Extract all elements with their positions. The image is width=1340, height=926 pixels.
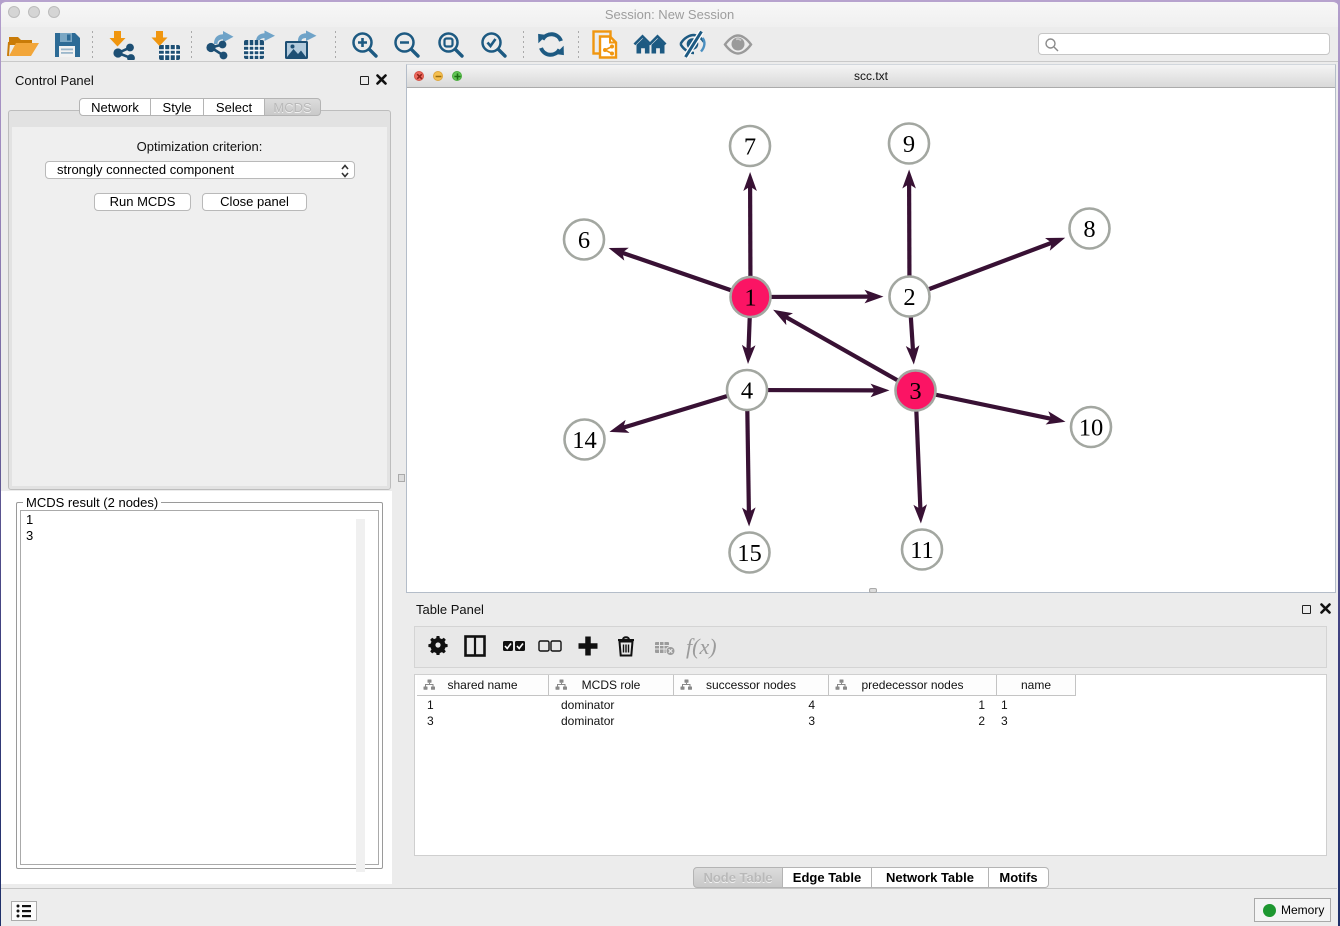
svg-text:10: 10	[1079, 414, 1104, 441]
svg-text:15: 15	[737, 540, 762, 567]
svg-text:1: 1	[744, 284, 756, 311]
svg-text:7: 7	[744, 133, 756, 160]
svg-text:11: 11	[910, 537, 934, 564]
svg-text:9: 9	[903, 131, 915, 158]
svg-text:3: 3	[909, 378, 921, 405]
svg-text:4: 4	[741, 377, 753, 404]
svg-text:2: 2	[903, 284, 915, 311]
svg-text:14: 14	[572, 427, 597, 454]
svg-text:8: 8	[1083, 216, 1095, 243]
svg-text:6: 6	[578, 227, 590, 254]
